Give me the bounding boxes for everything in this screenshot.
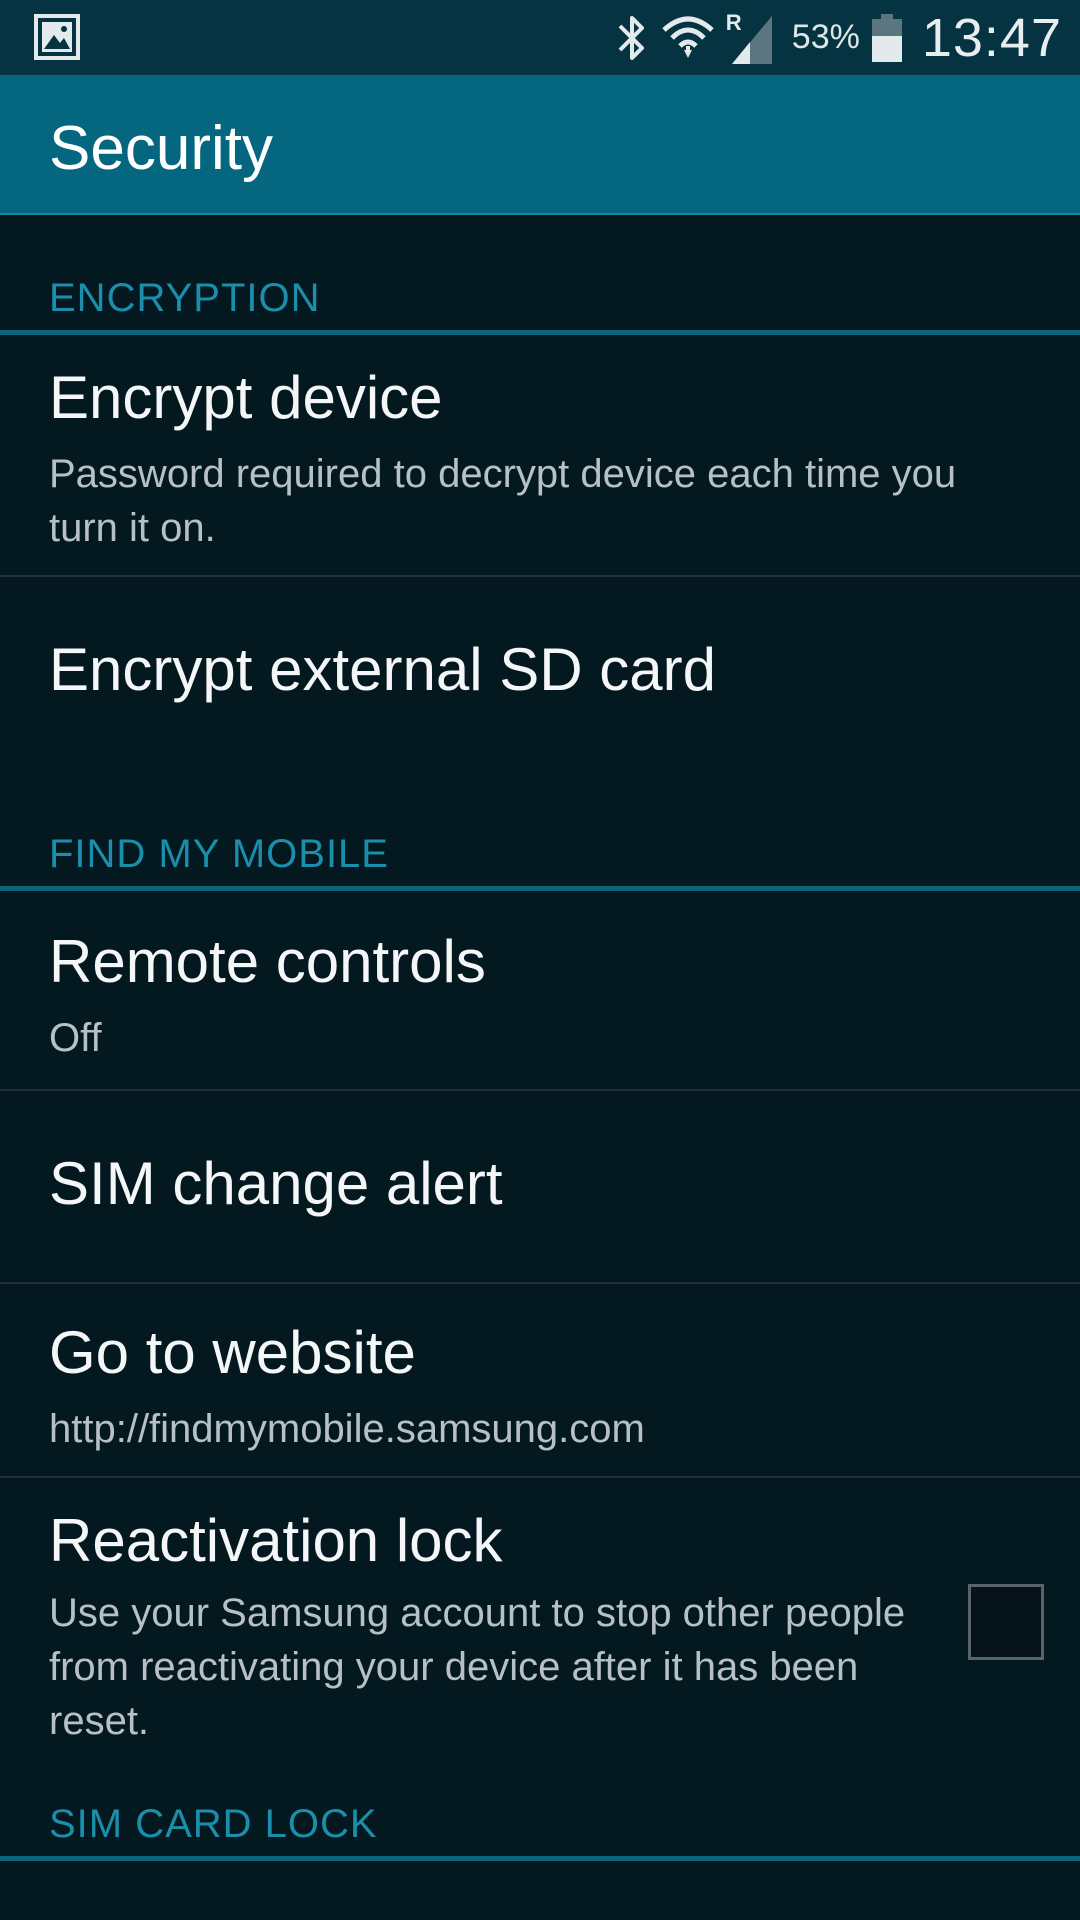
clock: 13:47 — [921, 7, 1062, 68]
section-label: ENCRYPTION — [49, 276, 321, 320]
section-header-encryption: ENCRYPTION — [0, 215, 1080, 335]
item-subtitle: Password required to decrypt device each… — [49, 452, 957, 550]
item-subtitle: Off — [49, 1016, 102, 1060]
action-bar: Security — [0, 75, 1080, 215]
go-to-website-item[interactable]: Go to website http://findmymobile.samsun… — [0, 1284, 1080, 1478]
page-title: Security — [49, 114, 273, 183]
item-title: Go to website — [49, 1319, 416, 1386]
bluetooth-icon — [618, 15, 644, 60]
battery-icon — [871, 13, 902, 62]
settings-list: ENCRYPTION Encrypt device Password requi… — [0, 215, 1080, 1861]
gallery-icon — [34, 14, 80, 60]
reactivation-lock-item[interactable]: Reactivation lock Use your Samsung accou… — [0, 1478, 1080, 1743]
section-label: SIM CARD LOCK — [49, 1802, 378, 1846]
remote-controls-item[interactable]: Remote controls Off — [0, 891, 1080, 1091]
item-title: Encrypt device — [49, 364, 443, 431]
wifi-icon — [662, 16, 714, 58]
item-title: Reactivation lock — [49, 1507, 503, 1574]
sim-change-alert-item[interactable]: SIM change alert — [0, 1091, 1080, 1284]
website-url: http://findmymobile.samsung.com — [49, 1407, 645, 1451]
status-bar: R 53% 13:47 — [0, 0, 1080, 75]
signal-icon: R — [726, 10, 778, 66]
reactivation-lock-checkbox[interactable] — [968, 1584, 1044, 1660]
section-header-find-my-mobile: FIND MY MOBILE — [0, 770, 1080, 891]
item-title: SIM change alert — [49, 1150, 503, 1217]
encrypt-device-item[interactable]: Encrypt device Password required to decr… — [0, 335, 1080, 577]
item-title: Remote controls — [49, 928, 486, 995]
encrypt-sd-card-item[interactable]: Encrypt external SD card — [0, 577, 1080, 770]
section-header-sim-card-lock: SIM CARD LOCK — [0, 1741, 1080, 1861]
item-title: Encrypt external SD card — [49, 636, 716, 703]
section-label: FIND MY MOBILE — [49, 832, 389, 876]
section-divider — [0, 1856, 1080, 1861]
item-subtitle: Use your Samsung account to stop other p… — [49, 1591, 906, 1743]
battery-percent: 53% — [791, 18, 860, 56]
